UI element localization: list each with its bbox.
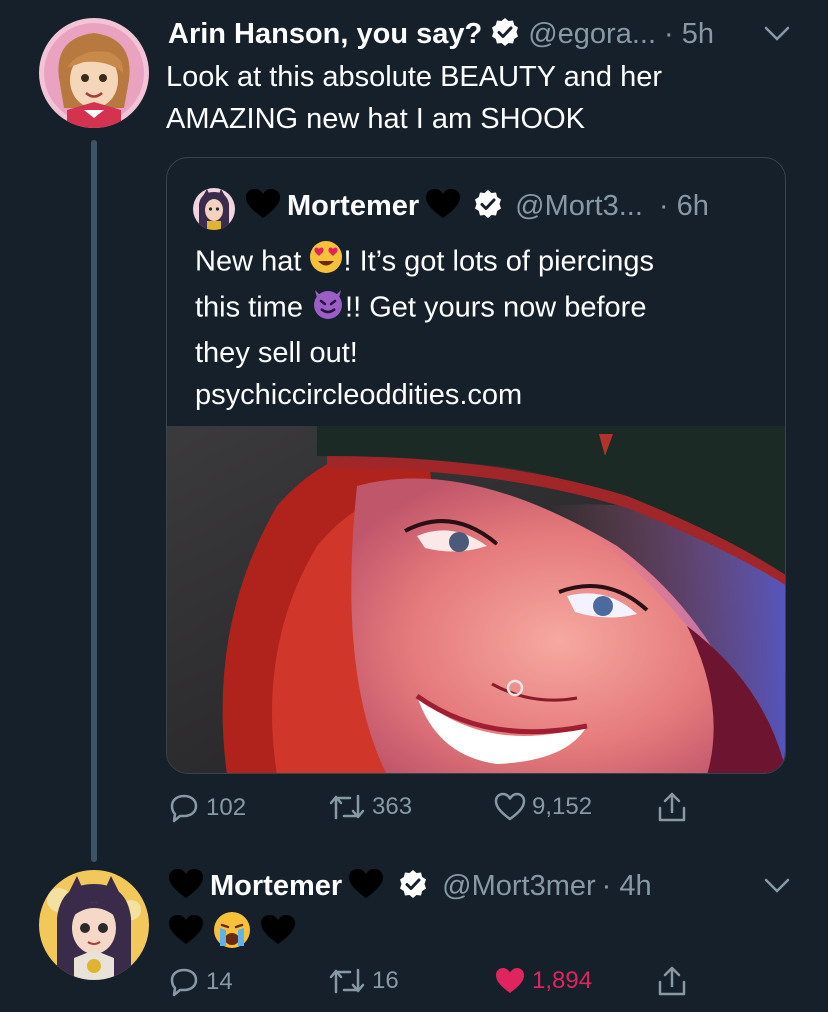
- tweet1-text-line2: AMAZING new hat I am SHOOK: [166, 103, 585, 135]
- quote-text-2b: !! Get yours now before: [345, 291, 647, 324]
- verified-badge-icon: [473, 189, 503, 224]
- quote-timestamp[interactable]: · 6h: [659, 190, 709, 223]
- retweet-button[interactable]: 363: [328, 792, 412, 822]
- author-name[interactable]: Mortemer: [210, 870, 342, 903]
- chevron-down-icon[interactable]: [764, 26, 790, 47]
- like-icon: [494, 966, 526, 996]
- crying-face-emoji: [212, 910, 252, 955]
- quote-text: New hat ! It’s got lots of piercings thi…: [195, 240, 775, 416]
- reply-count: 102: [206, 794, 247, 821]
- tweet2-text: [168, 910, 296, 955]
- author-handle[interactable]: @Mort3mer: [442, 870, 596, 903]
- black-heart-icon: [425, 188, 461, 225]
- avatar-mortemer-small[interactable]: [193, 188, 235, 230]
- like-count: 1,894: [532, 967, 593, 994]
- quote-text-2a: this time: [195, 291, 312, 324]
- reply-count: 14: [206, 968, 233, 995]
- author-handle[interactable]: @egora...: [528, 18, 656, 51]
- like-button[interactable]: 1,894: [494, 966, 592, 996]
- retweet-icon: [328, 966, 366, 996]
- tweet1-text-line1: Look at this absolute BEAUTY and her: [166, 61, 662, 93]
- tweet1-text: Look at this absolute BEAUTY and her AMA…: [166, 56, 786, 140]
- tweet2-header: Mortemer @Mort3mer · 4h: [168, 866, 652, 906]
- quote-author-handle[interactable]: @Mort3...: [515, 190, 643, 223]
- quote-link[interactable]: psychiccircleoddities.com: [195, 374, 775, 416]
- verified-badge-icon: [398, 869, 428, 904]
- heart-eyes-emoji: [309, 240, 343, 286]
- retweet-button[interactable]: 16: [328, 966, 399, 996]
- smiling-imp-emoji: [311, 286, 345, 332]
- black-heart-icon: [260, 914, 296, 951]
- reply-icon: [168, 792, 200, 824]
- quote-header: Mortemer @Mort3... · 6h: [245, 186, 709, 226]
- quote-text-1b: ! It’s got lots of piercings: [343, 245, 655, 278]
- black-heart-icon: [348, 868, 384, 905]
- black-heart-icon: [245, 188, 281, 225]
- quote-text-1a: New hat: [195, 245, 310, 278]
- black-heart-icon: [168, 868, 204, 905]
- like-icon: [494, 792, 526, 822]
- avatar-mortemer[interactable]: [39, 870, 149, 980]
- retweet-count: 363: [372, 793, 413, 820]
- retweet-count: 16: [372, 967, 399, 994]
- black-heart-icon: [168, 914, 204, 951]
- share-button[interactable]: [656, 964, 688, 998]
- quote-author-name[interactable]: Mortemer: [287, 190, 419, 223]
- like-button[interactable]: 9,152: [494, 792, 592, 822]
- quoted-tweet-card[interactable]: Mortemer @Mort3... · 6h New hat ! It’s g…: [166, 157, 786, 774]
- retweet-icon: [328, 792, 366, 822]
- quote-text-line2: this time !! Get yours now before: [195, 286, 775, 332]
- reply-button[interactable]: 102: [168, 792, 246, 824]
- reply-icon: [168, 966, 200, 998]
- like-count: 9,152: [532, 793, 593, 820]
- share-button[interactable]: [656, 790, 688, 824]
- tweet1-header: Arin Hanson, you say? @egora... · 5h: [168, 14, 714, 54]
- thread-line: [91, 140, 97, 862]
- chevron-down-icon[interactable]: [764, 878, 790, 899]
- share-icon: [656, 790, 688, 824]
- quote-photo[interactable]: [167, 426, 785, 773]
- share-icon: [656, 964, 688, 998]
- avatar-arin[interactable]: [39, 18, 149, 128]
- quote-text-line3: they sell out!: [195, 337, 358, 369]
- timestamp[interactable]: · 4h: [602, 870, 652, 903]
- timestamp[interactable]: · 5h: [664, 18, 714, 51]
- reply-button[interactable]: 14: [168, 966, 233, 998]
- author-name[interactable]: Arin Hanson, you say?: [168, 18, 482, 51]
- quote-text-line1: New hat ! It’s got lots of piercings: [195, 240, 775, 286]
- verified-badge-icon: [490, 17, 520, 52]
